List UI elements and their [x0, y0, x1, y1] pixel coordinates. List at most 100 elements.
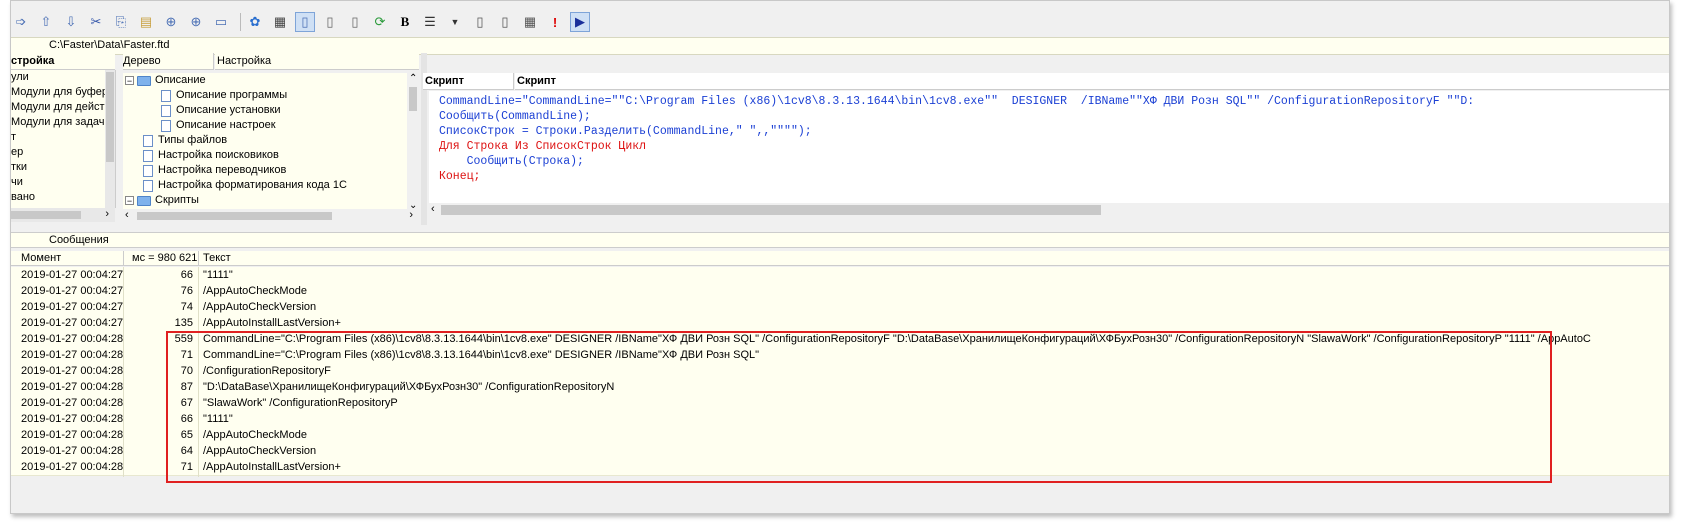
tree-settings-header[interactable]: Настройка: [215, 53, 419, 70]
list-item[interactable]: ер: [11, 145, 115, 160]
keyboard-icon[interactable]: ▦: [270, 12, 290, 32]
scrollbar-thumb[interactable]: [137, 212, 332, 220]
highlight-box: [166, 331, 1552, 483]
col-header-ms[interactable]: мс = 980 621: [132, 251, 197, 265]
tree-node[interactable]: Настройка переводчиков: [143, 163, 286, 178]
tree-tab-header[interactable]: Дерево: [123, 53, 214, 70]
bold-icon[interactable]: B: [395, 12, 415, 32]
tree-node[interactable]: Описание установки: [161, 103, 281, 118]
paste-icon[interactable]: ▤: [136, 12, 156, 32]
arrow-up-icon[interactable]: ⇧: [36, 12, 56, 32]
script-hscrollbar[interactable]: ‹: [429, 203, 1669, 217]
column-divider[interactable]: [123, 251, 124, 265]
dropdown-icon[interactable]: ▼: [445, 12, 465, 32]
split-v2-icon[interactable]: ▯: [495, 12, 515, 32]
tree-node-label: Настройка форматирования кода 1С: [158, 179, 347, 191]
cell-time: 2019-01-27 00:04:28: [21, 413, 124, 425]
chevron-right-icon[interactable]: ›: [105, 208, 109, 220]
messages-grid-header: Момент мс = 980 621 Текст: [11, 251, 1669, 266]
left-panel-scrollbar[interactable]: [105, 70, 115, 208]
cut-icon[interactable]: ✂: [86, 12, 106, 32]
minus-icon[interactable]: ▭: [211, 12, 231, 32]
cell-time: 2019-01-27 00:04:27: [21, 301, 124, 313]
document-icon: [161, 119, 171, 132]
list-item[interactable]: т: [11, 130, 115, 145]
code-text: Сообщить(CommandLine);: [439, 110, 591, 123]
arrow-down-icon[interactable]: ⇩: [61, 12, 81, 32]
page-icon[interactable]: ▯: [295, 12, 315, 32]
scrollbar-thumb[interactable]: [106, 72, 114, 162]
messages-title: Сообщения: [49, 234, 109, 246]
tree-node[interactable]: − Скрипты: [125, 193, 199, 208]
cell-ms: 135: [174, 317, 193, 329]
tree-settings-label: Настройка: [217, 55, 272, 67]
document-icon: [143, 179, 153, 192]
cell-text: /AppAutoCheckVersion: [203, 301, 317, 313]
left-hscrollbar[interactable]: ›: [11, 208, 115, 222]
scrollbar-thumb[interactable]: [11, 211, 81, 219]
settings-icon[interactable]: ✿: [245, 12, 265, 32]
tree-view: − Описание Описание программы Описание ус…: [123, 73, 407, 211]
list-item[interactable]: вано: [11, 190, 115, 205]
left-panel-list: ули Модули для буфера Модули для действи…: [11, 70, 116, 208]
list-item[interactable]: Модули для задач: [11, 115, 115, 130]
cell-time: 2019-01-27 00:04:28: [21, 445, 124, 457]
script-editor[interactable]: CommandLine="CommandLine=""C:\Program Fi…: [429, 91, 1669, 203]
tree-node[interactable]: Настройка поисковиков: [143, 148, 279, 163]
chevron-up-icon[interactable]: ⌃: [409, 73, 417, 84]
tree-node[interactable]: − Описание: [125, 73, 206, 88]
code-line-4: Для Строка Из СписокСтрок Цикл: [439, 139, 646, 154]
code-text: Для Строка Из СписокСтрок Цикл: [439, 140, 647, 153]
table-row[interactable]: 2019-01-27 00:04:27 135/AppAutoInstallLas…: [11, 315, 1669, 332]
table-row[interactable]: 2019-01-27 00:04:27 74/AppAutoCheckVersio…: [11, 299, 1669, 316]
document-icon: [161, 104, 171, 117]
column-divider: [123, 267, 124, 477]
chevron-right-icon[interactable]: ›: [409, 209, 413, 221]
page3-icon[interactable]: ▯: [345, 12, 365, 32]
tree-hscrollbar[interactable]: ‹ ›: [123, 209, 419, 223]
cell-text: "1111": [203, 269, 233, 281]
code-line-3: СписокСтрок = Строки.Разделить(CommandLi…: [439, 124, 812, 139]
chevron-left-icon[interactable]: ‹: [431, 203, 435, 215]
page2-icon[interactable]: ▯: [320, 12, 340, 32]
scrollbar-thumb[interactable]: [409, 87, 417, 111]
tree-scrollbar[interactable]: ⌃ ⌄: [407, 73, 419, 211]
tree-node[interactable]: Описание настроек: [161, 118, 276, 133]
code-text: CommandLine="CommandLine=""C:\Program Fi…: [439, 95, 1475, 108]
table-row[interactable]: 2019-01-27 00:04:27 66 "1111": [11, 267, 1669, 284]
list-item[interactable]: Модули для буфера: [11, 85, 115, 100]
copy-icon[interactable]: ⎘: [111, 12, 131, 32]
arrow-right-icon[interactable]: ➩: [11, 12, 31, 32]
tree-node-label: Настройка переводчиков: [158, 164, 287, 176]
run-icon[interactable]: ▶: [570, 12, 590, 32]
col-header-text[interactable]: Текст: [203, 251, 231, 265]
script-header[interactable]: Скрипт: [515, 73, 1669, 90]
list-item[interactable]: тки: [11, 160, 115, 175]
code-line-5: Сообщить(Строка);: [439, 154, 584, 169]
tree-node-label: Описание: [155, 74, 206, 86]
format-icon[interactable]: ☰: [420, 12, 440, 32]
collapse-icon[interactable]: −: [125, 196, 134, 206]
list-item[interactable]: чи: [11, 175, 115, 190]
table-row[interactable]: 2019-01-27 00:04:27 76/AppAutoCheckMode: [11, 283, 1669, 300]
tree-node[interactable]: Настройка форматирования кода 1С: [143, 178, 347, 193]
tree-node[interactable]: Описание программы: [161, 88, 287, 103]
list-item[interactable]: ули: [11, 70, 115, 85]
refresh-icon[interactable]: ⟳: [370, 12, 390, 32]
collapse-icon[interactable]: −: [125, 76, 134, 86]
column-divider[interactable]: [198, 251, 199, 265]
tree-tab-label: Дерево: [123, 55, 161, 67]
left-panel-title: стройка: [11, 55, 55, 67]
tree-node[interactable]: Типы файлов: [143, 133, 227, 148]
alert-icon[interactable]: !: [545, 12, 565, 32]
col-header-time[interactable]: Момент: [21, 251, 61, 265]
add-icon[interactable]: ⊕: [161, 12, 181, 32]
scrollbar-thumb[interactable]: [441, 205, 1101, 215]
list-item[interactable]: Модули для действи: [11, 100, 115, 115]
chevron-left-icon[interactable]: ‹: [125, 209, 129, 221]
script-tab-header[interactable]: Скрипт: [423, 73, 514, 90]
split-v-icon[interactable]: ▯: [470, 12, 490, 32]
script-header-label: Скрипт: [517, 75, 556, 87]
add-child-icon[interactable]: ⊕: [186, 12, 206, 32]
grid-icon[interactable]: ▦: [520, 12, 540, 32]
